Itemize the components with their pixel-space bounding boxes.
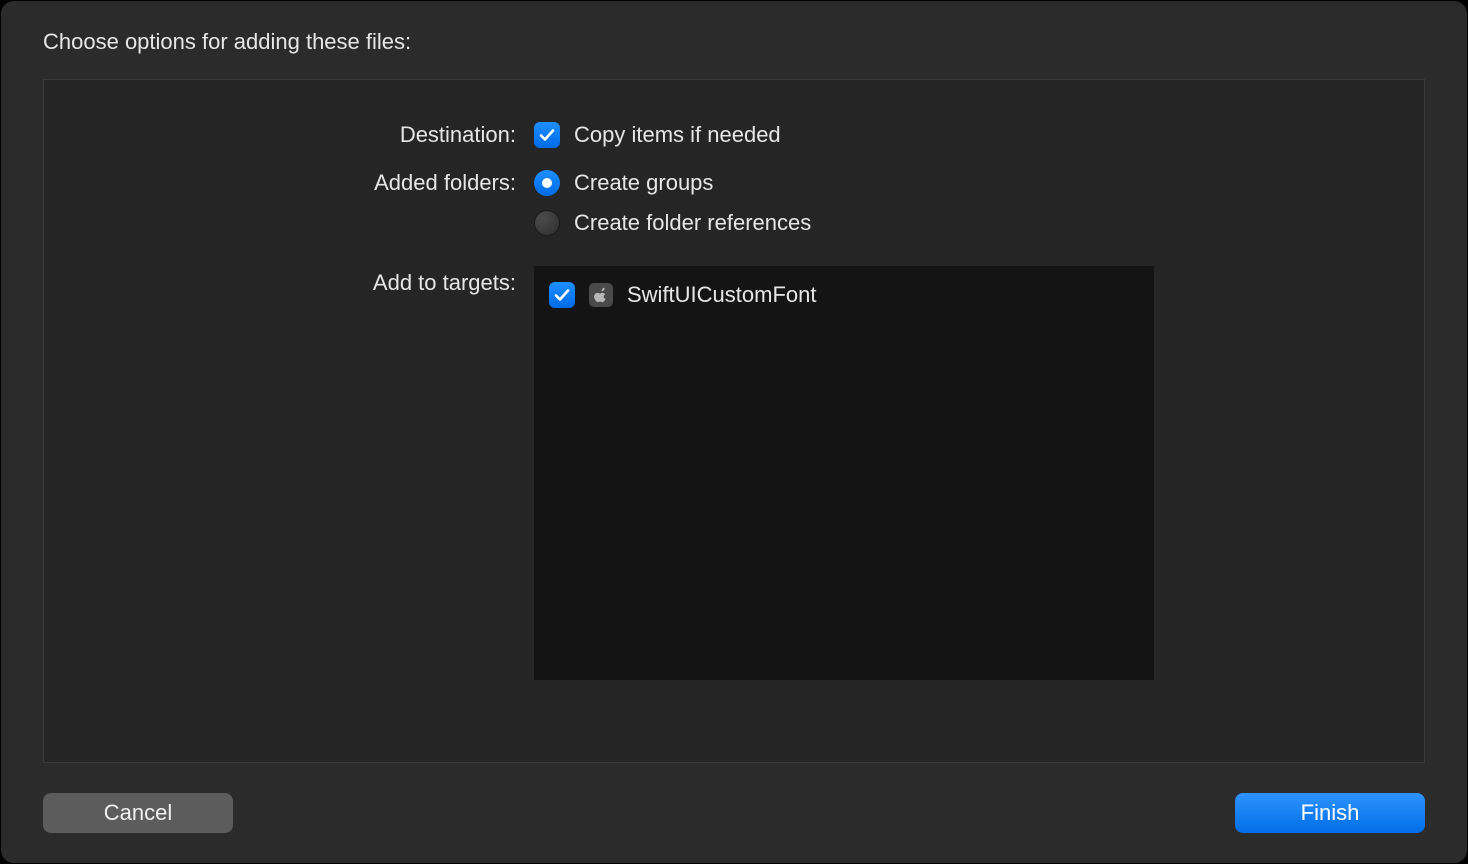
add-to-targets-label: Add to targets: xyxy=(44,266,534,296)
finish-button[interactable]: Finish xyxy=(1235,793,1425,833)
add-files-options-dialog: Choose options for adding these files: D… xyxy=(0,0,1468,864)
options-panel: Destination: Copy items if needed Added … xyxy=(43,79,1425,763)
cancel-button[interactable]: Cancel xyxy=(43,793,233,833)
target-item[interactable]: SwiftUICustomFont xyxy=(549,279,1139,311)
destination-row: Destination: Copy items if needed xyxy=(44,118,1424,152)
destination-label: Destination: xyxy=(44,118,534,148)
target-checkbox[interactable] xyxy=(549,282,575,308)
add-to-targets-row: Add to targets: SwiftUICustomFont xyxy=(44,266,1424,680)
create-groups-radio[interactable] xyxy=(534,170,560,196)
added-folders-row: Added folders: Create groups Create fold… xyxy=(44,166,1424,240)
app-target-icon xyxy=(589,283,613,307)
copy-items-label: Copy items if needed xyxy=(574,122,781,148)
dialog-title: Choose options for adding these files: xyxy=(43,29,1425,55)
button-bar: Cancel Finish xyxy=(43,793,1425,833)
create-folder-references-label: Create folder references xyxy=(574,210,811,236)
copy-items-checkbox[interactable] xyxy=(534,122,560,148)
targets-list[interactable]: SwiftUICustomFont xyxy=(534,266,1154,680)
create-groups-label: Create groups xyxy=(574,170,713,196)
target-name: SwiftUICustomFont xyxy=(627,282,817,308)
added-folders-label: Added folders: xyxy=(44,166,534,196)
create-folder-references-radio[interactable] xyxy=(534,210,560,236)
